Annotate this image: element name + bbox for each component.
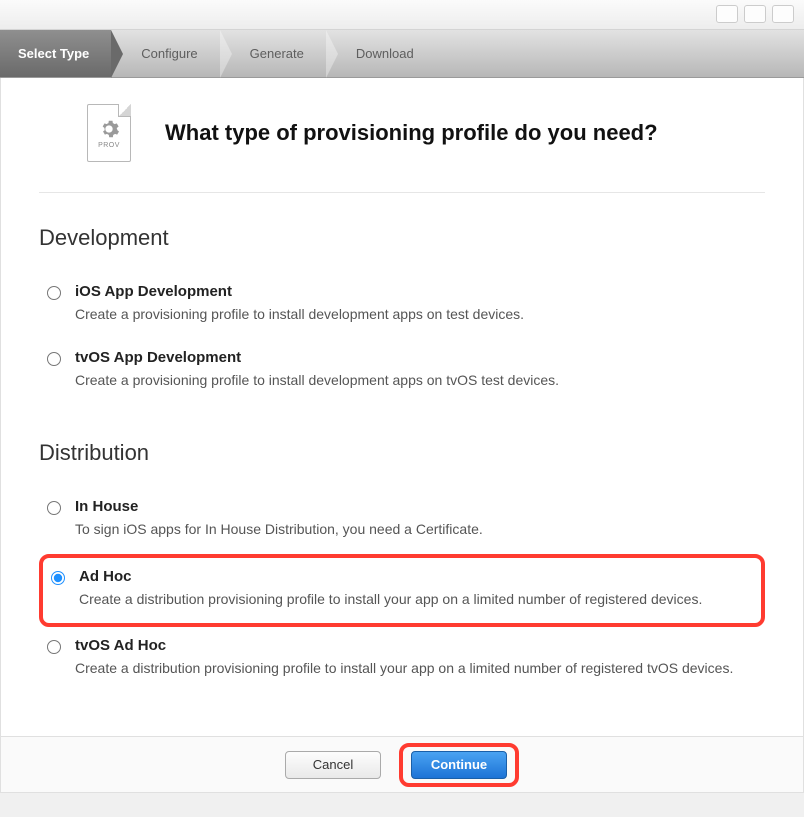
page-header: PROV What type of provisioning profile d…: [39, 78, 765, 193]
option-tvos-ad-hoc[interactable]: tvOS Ad Hoc Create a distribution provis…: [39, 627, 765, 693]
section-title: Distribution: [39, 440, 765, 466]
radio-tvos-ad-hoc[interactable]: [47, 640, 61, 654]
option-in-house[interactable]: In House To sign iOS apps for In House D…: [39, 488, 765, 554]
option-title: Ad Hoc: [79, 568, 753, 585]
continue-button-highlight: Continue: [399, 743, 519, 787]
breadcrumb-label: Generate: [250, 46, 304, 61]
radio-ad-hoc[interactable]: [51, 571, 65, 585]
breadcrumb: Select Type Configure Generate Download: [0, 30, 804, 78]
option-desc: To sign iOS apps for In House Distributi…: [75, 520, 757, 540]
option-tvos-app-development[interactable]: tvOS App Development Create a provisioni…: [39, 339, 765, 405]
cancel-button[interactable]: Cancel: [285, 751, 381, 779]
breadcrumb-step-select-type[interactable]: Select Type: [0, 30, 111, 77]
breadcrumb-step-configure[interactable]: Configure: [111, 30, 219, 77]
toolbar-button[interactable]: [772, 5, 794, 23]
section-development: Development iOS App Development Create a…: [1, 193, 803, 408]
option-title: tvOS App Development: [75, 349, 757, 366]
breadcrumb-label: Configure: [141, 46, 197, 61]
option-ad-hoc[interactable]: Ad Hoc Create a distribution provisionin…: [39, 554, 765, 628]
main-content: PROV What type of provisioning profile d…: [0, 78, 804, 793]
breadcrumb-step-generate[interactable]: Generate: [220, 30, 326, 77]
provisioning-icon-label: PROV: [98, 142, 120, 149]
page-title: What type of provisioning profile do you…: [165, 120, 658, 146]
option-title: In House: [75, 498, 757, 515]
option-ios-app-development[interactable]: iOS App Development Create a provisionin…: [39, 273, 765, 339]
radio-in-house[interactable]: [47, 501, 61, 515]
radio-tvos-dev[interactable]: [47, 352, 61, 366]
gear-icon: [98, 118, 120, 140]
cancel-label: Cancel: [313, 757, 353, 772]
provisioning-profile-icon: PROV: [87, 104, 131, 162]
option-title: iOS App Development: [75, 283, 757, 300]
option-title: tvOS Ad Hoc: [75, 637, 757, 654]
option-desc: Create a distribution provisioning profi…: [75, 659, 757, 679]
radio-ios-dev[interactable]: [47, 286, 61, 300]
continue-label: Continue: [431, 757, 487, 772]
toolbar-button[interactable]: [744, 5, 766, 23]
footer-bar: Cancel Continue: [1, 736, 803, 792]
breadcrumb-label: Select Type: [18, 46, 89, 61]
option-desc: Create a distribution provisioning profi…: [79, 590, 753, 610]
section-distribution: Distribution In House To sign iOS apps f…: [1, 408, 803, 697]
continue-button[interactable]: Continue: [411, 751, 507, 779]
toolbar-button[interactable]: [716, 5, 738, 23]
window-toolbar: [0, 0, 804, 30]
breadcrumb-step-download[interactable]: Download: [326, 30, 436, 77]
section-title: Development: [39, 225, 765, 251]
breadcrumb-label: Download: [356, 46, 414, 61]
option-desc: Create a provisioning profile to install…: [75, 305, 757, 325]
option-desc: Create a provisioning profile to install…: [75, 371, 757, 391]
